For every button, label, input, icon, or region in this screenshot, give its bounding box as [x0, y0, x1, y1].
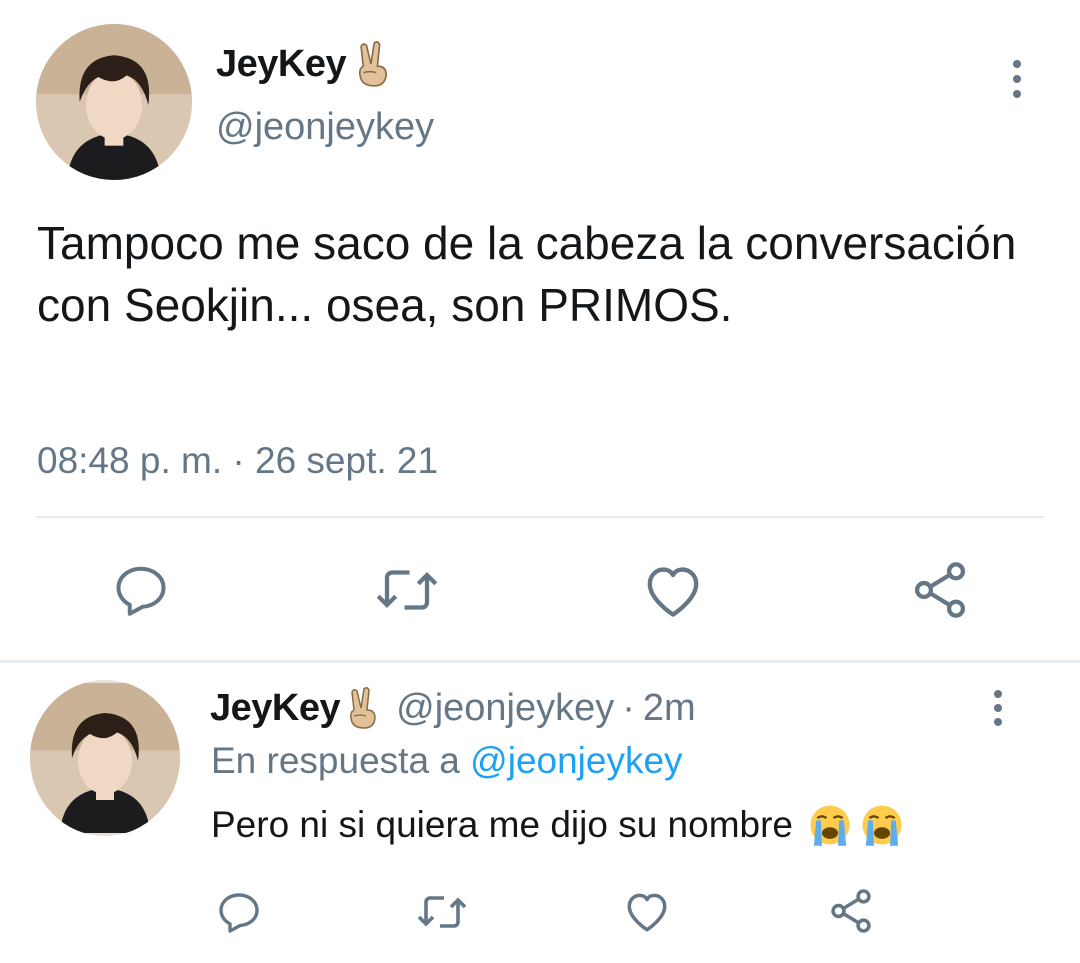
reply-context: En respuesta a @jeonjeykey [211, 740, 683, 782]
reply-button[interactable] [110, 560, 172, 620]
avatar-photo [36, 24, 192, 180]
tweet-timestamp[interactable]: 08:48 p. m. · 26 sept. 21 [37, 440, 438, 482]
more-options-icon[interactable] [1003, 60, 1031, 98]
like-icon [647, 567, 699, 617]
reply-icon [116, 566, 166, 616]
like-button[interactable] [640, 560, 706, 620]
tweet-text: Tampoco me saco de la cabeza la conversa… [37, 217, 1017, 331]
retweet-button[interactable] [414, 888, 470, 936]
like-icon [627, 893, 667, 932]
loudly-crying-face-emoji [859, 802, 905, 848]
tweet-time[interactable]: 2m [643, 687, 696, 730]
avatar-photo [30, 683, 180, 833]
victory-hand-emoji [350, 40, 394, 88]
avatar[interactable] [30, 680, 180, 836]
divider [36, 516, 1044, 518]
retweet-icon [376, 570, 438, 610]
retweet-icon [417, 896, 467, 928]
author-name[interactable]: JeyKey [216, 40, 394, 88]
reply-header: JeyKey @jeonjeykey · 2m [210, 686, 696, 730]
avatar[interactable] [36, 24, 192, 180]
victory-hand-emoji [342, 686, 382, 730]
author-handle[interactable]: @jeonjeykey [216, 106, 434, 149]
tweet-text: Pero ni si quiera me dijo su nombre [211, 802, 905, 848]
display-name[interactable]: JeyKey [210, 687, 341, 730]
like-button[interactable] [622, 886, 672, 936]
reply-icon [219, 893, 259, 933]
reply-button[interactable] [214, 888, 264, 936]
reply-prefix: En respuesta a [211, 740, 460, 781]
loudly-crying-face-emoji [807, 802, 853, 848]
author-handle[interactable]: @jeonjeykey [396, 687, 614, 730]
separator: · [622, 686, 635, 729]
share-button[interactable] [826, 886, 876, 936]
main-tweet: JeyKey @jeonjeykey Tampoco me saco de la… [0, 0, 1080, 660]
more-options-icon[interactable] [984, 690, 1012, 726]
share-button[interactable] [908, 558, 972, 622]
display-name: JeyKey [216, 42, 347, 85]
share-icon [914, 562, 966, 618]
thread-divider [0, 660, 1080, 663]
share-icon [831, 889, 871, 933]
reply-text-body: Pero ni si quiera me dijo su nombre [211, 804, 794, 845]
reply-to-handle-link[interactable]: @jeonjeykey [470, 740, 682, 781]
retweet-button[interactable] [372, 560, 442, 620]
tweet-thread: JeyKey @jeonjeykey Tampoco me saco de la… [0, 0, 1080, 963]
